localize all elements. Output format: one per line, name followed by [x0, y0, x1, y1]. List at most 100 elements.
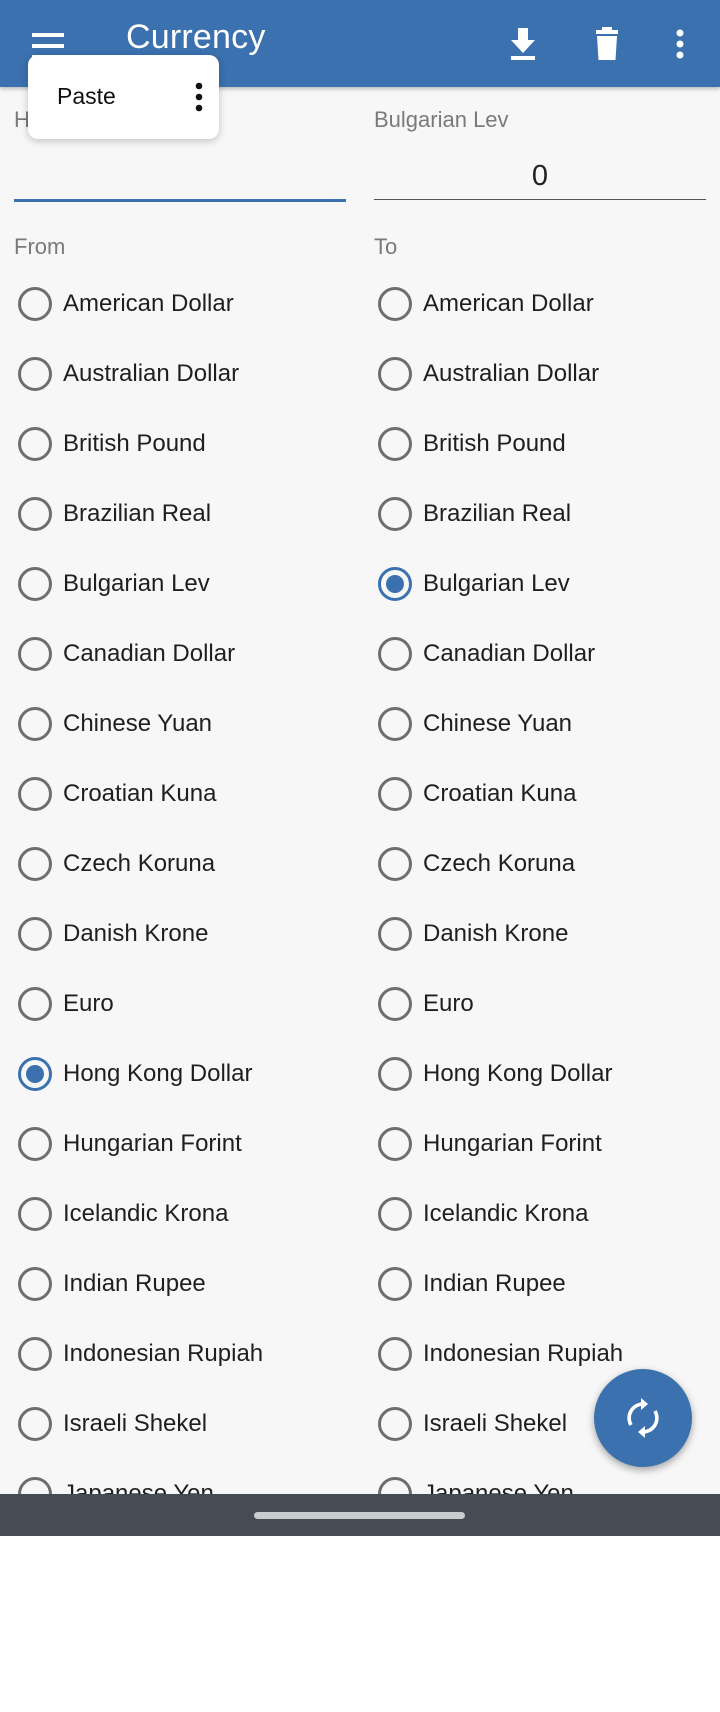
- from-radio-button[interactable]: [18, 1337, 52, 1371]
- from-radio-button[interactable]: [18, 1407, 52, 1441]
- to-currency-option[interactable]: Icelandic Krona: [374, 1180, 714, 1250]
- from-currency-label: American Dollar: [63, 290, 234, 317]
- to-currency-option[interactable]: Czech Koruna: [374, 830, 714, 900]
- from-currency-label: Croatian Kuna: [63, 780, 217, 807]
- from-radio-button[interactable]: [18, 497, 52, 531]
- app-title: Currency: [126, 18, 266, 56]
- to-currency-label: Chinese Yuan: [423, 710, 573, 737]
- from-radio-button[interactable]: [18, 847, 52, 881]
- swap-refresh-icon: [627, 1398, 659, 1438]
- from-currency-label: Danish Krone: [63, 920, 209, 947]
- from-currency-option[interactable]: American Dollar: [14, 270, 354, 340]
- from-currency-list: American Dollar Australian Dollar British …: [14, 270, 354, 1530]
- to-radio-button[interactable]: [378, 1057, 412, 1091]
- to-radio-button[interactable]: [378, 707, 412, 741]
- to-currency-label: Hungarian Forint: [423, 1130, 602, 1157]
- to-currency-label: American Dollar: [423, 290, 594, 317]
- to-radio-button[interactable]: [378, 567, 412, 601]
- from-currency-label: Israeli Shekel: [63, 1410, 208, 1437]
- to-radio-button[interactable]: [378, 287, 412, 321]
- to-currency-option[interactable]: Hungarian Forint: [374, 1110, 714, 1180]
- from-radio-button[interactable]: [18, 287, 52, 321]
- from-currency-option[interactable]: Indian Rupee: [14, 1250, 354, 1320]
- result-field-label: Bulgarian Lev: [374, 107, 509, 132]
- to-radio-button[interactable]: [378, 1197, 412, 1231]
- home-handle[interactable]: [254, 1512, 465, 1519]
- from-currency-label: Hong Kong Dollar: [63, 1060, 253, 1087]
- from-radio-button[interactable]: [18, 567, 52, 601]
- from-radio-button[interactable]: [18, 777, 52, 811]
- from-radio-button[interactable]: [18, 917, 52, 951]
- to-radio-button[interactable]: [378, 1267, 412, 1301]
- from-radio-button[interactable]: [18, 707, 52, 741]
- to-currency-label: Indonesian Rupiah: [423, 1340, 624, 1367]
- from-radio-button[interactable]: [18, 357, 52, 391]
- from-radio-button[interactable]: [18, 1267, 52, 1301]
- from-currency-label: Australian Dollar: [63, 360, 240, 387]
- to-currency-option[interactable]: Australian Dollar: [374, 340, 714, 410]
- from-radio-button[interactable]: [18, 427, 52, 461]
- from-currency-option[interactable]: Indonesian Rupiah: [14, 1320, 354, 1390]
- to-radio-button[interactable]: [378, 1407, 412, 1441]
- to-currency-option[interactable]: Chinese Yuan: [374, 690, 714, 760]
- from-currency-option[interactable]: Croatian Kuna: [14, 760, 354, 830]
- from-currency-option[interactable]: Canadian Dollar: [14, 620, 354, 690]
- from-currency-option[interactable]: Bulgarian Lev: [14, 550, 354, 620]
- from-currency-option[interactable]: Czech Koruna: [14, 830, 354, 900]
- to-currency-option[interactable]: Croatian Kuna: [374, 760, 714, 830]
- popup-more-button[interactable]: [184, 77, 214, 117]
- to-radio-button[interactable]: [378, 357, 412, 391]
- to-currency-option[interactable]: Danish Krone: [374, 900, 714, 970]
- from-currency-label: Hungarian Forint: [63, 1130, 242, 1157]
- from-currency-label: Euro: [63, 990, 114, 1017]
- from-currency-option[interactable]: Icelandic Krona: [14, 1180, 354, 1250]
- to-currency-option[interactable]: British Pound: [374, 410, 714, 480]
- from-currency-option[interactable]: Euro: [14, 970, 354, 1040]
- from-currency-label: Canadian Dollar: [63, 640, 236, 667]
- paste-menu-item[interactable]: Paste: [57, 83, 116, 110]
- from-currency-option[interactable]: Brazilian Real: [14, 480, 354, 550]
- from-radio-button[interactable]: [18, 987, 52, 1021]
- swap-button[interactable]: [594, 1369, 692, 1467]
- from-currency-option[interactable]: Israeli Shekel: [14, 1390, 354, 1460]
- to-currency-option[interactable]: Hong Kong Dollar: [374, 1040, 714, 1110]
- to-currency-option[interactable]: Bulgarian Lev: [374, 550, 714, 620]
- overflow-menu-button[interactable]: [652, 16, 708, 72]
- to-currency-option[interactable]: Canadian Dollar: [374, 620, 714, 690]
- to-radio-button[interactable]: [378, 427, 412, 461]
- from-currency-option[interactable]: Danish Krone: [14, 900, 354, 970]
- to-radio-button[interactable]: [378, 1337, 412, 1371]
- amount-input[interactable]: [14, 140, 346, 202]
- from-radio-button[interactable]: [18, 1127, 52, 1161]
- from-currency-option[interactable]: Chinese Yuan: [14, 690, 354, 760]
- delete-button[interactable]: [579, 16, 635, 72]
- from-radio-button[interactable]: [18, 637, 52, 671]
- to-currency-option[interactable]: Indian Rupee: [374, 1250, 714, 1320]
- to-radio-button[interactable]: [378, 1127, 412, 1161]
- to-radio-button[interactable]: [378, 637, 412, 671]
- from-radio-button[interactable]: [18, 1197, 52, 1231]
- to-currency-label: British Pound: [423, 430, 566, 457]
- from-currency-option[interactable]: Hungarian Forint: [14, 1110, 354, 1180]
- to-currency-option[interactable]: Euro: [374, 970, 714, 1040]
- from-currency-label: Bulgarian Lev: [63, 570, 210, 597]
- to-currency-label: Australian Dollar: [423, 360, 600, 387]
- from-currency-option[interactable]: Hong Kong Dollar: [14, 1040, 354, 1110]
- paste-popup: Paste: [28, 55, 219, 139]
- to-radio-button[interactable]: [378, 777, 412, 811]
- to-radio-button[interactable]: [378, 497, 412, 531]
- to-currency-option[interactable]: Brazilian Real: [374, 480, 714, 550]
- to-radio-button[interactable]: [378, 917, 412, 951]
- from-currency-label: Chinese Yuan: [63, 710, 213, 737]
- to-currency-option[interactable]: American Dollar: [374, 270, 714, 340]
- from-radio-button[interactable]: [18, 1057, 52, 1091]
- from-currency-option[interactable]: Australian Dollar: [14, 340, 354, 410]
- to-currency-label: Indian Rupee: [423, 1270, 566, 1297]
- download-button[interactable]: [495, 16, 551, 72]
- to-header: To: [374, 234, 398, 259]
- from-currency-option[interactable]: British Pound: [14, 410, 354, 480]
- result-field: 0: [374, 140, 706, 200]
- to-radio-button[interactable]: [378, 987, 412, 1021]
- to-currency-label: Danish Krone: [423, 920, 569, 947]
- to-radio-button[interactable]: [378, 847, 412, 881]
